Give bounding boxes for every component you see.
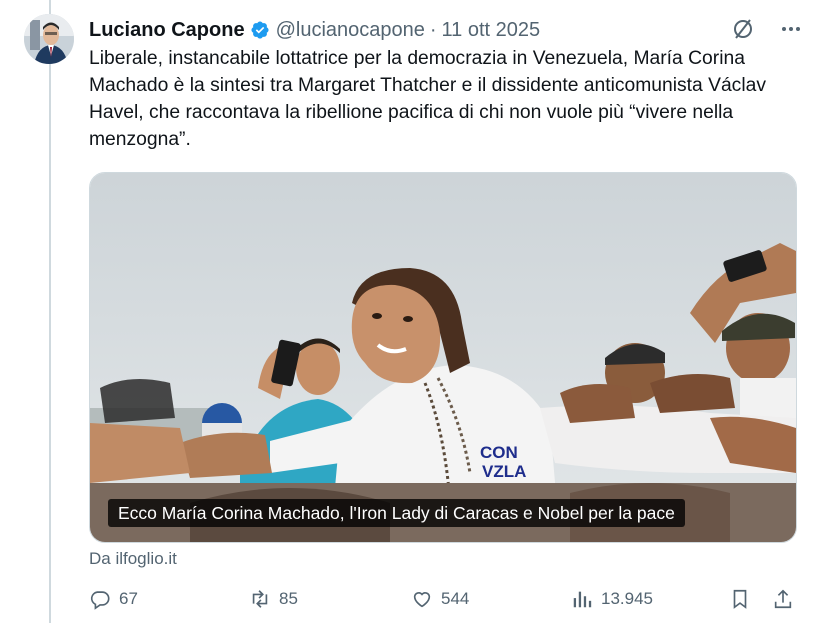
reply-button[interactable]: 67 [89, 588, 138, 610]
media-caption: Ecco María Corina Machado, l'Iron Lady d… [108, 499, 685, 527]
action-bar: 67 85 544 13.945 [89, 588, 799, 616]
avatar-image [24, 14, 74, 64]
repost-button[interactable]: 85 [249, 588, 298, 610]
grok-icon[interactable] [730, 16, 756, 42]
thread-line [49, 0, 51, 623]
tweet-media[interactable]: CON VZLA Ecco María Corina Machado, l'Ir… [89, 172, 797, 543]
avatar[interactable] [24, 14, 74, 64]
like-count: 544 [441, 589, 470, 608]
views-button[interactable]: 13.945 [571, 588, 653, 610]
author-name[interactable]: Luciano Capone [89, 19, 245, 42]
like-button[interactable]: 544 [411, 588, 469, 610]
tweet-date[interactable]: 11 ott 2025 [442, 19, 541, 42]
link-source[interactable]: Da ilfoglio.it [89, 549, 177, 569]
repost-icon [252, 590, 268, 608]
verified-badge-icon [251, 21, 269, 39]
reply-icon [90, 591, 110, 610]
share-button[interactable] [772, 588, 794, 610]
views-icon [573, 591, 592, 608]
more-icon[interactable] [778, 16, 804, 42]
bookmark-button[interactable] [729, 588, 751, 610]
separator-dot: · [429, 18, 437, 41]
author-handle[interactable]: @lucianocapone [276, 19, 425, 42]
bookmark-icon [733, 589, 747, 609]
share-icon [774, 589, 792, 609]
like-icon [413, 592, 431, 608]
reply-count: 67 [119, 589, 138, 608]
views-count: 13.945 [601, 589, 653, 608]
shirt-text-line2: VZLA [482, 462, 526, 481]
shirt-text-line1: CON [480, 443, 518, 462]
tweet-text: Liberale, instancabile lottatrice per la… [89, 48, 766, 150]
tweet-header: Luciano Capone @lucianocapone · 11 ott 2… [89, 16, 804, 44]
media-photo: CON VZLA [90, 173, 796, 542]
repost-count: 85 [279, 589, 298, 608]
